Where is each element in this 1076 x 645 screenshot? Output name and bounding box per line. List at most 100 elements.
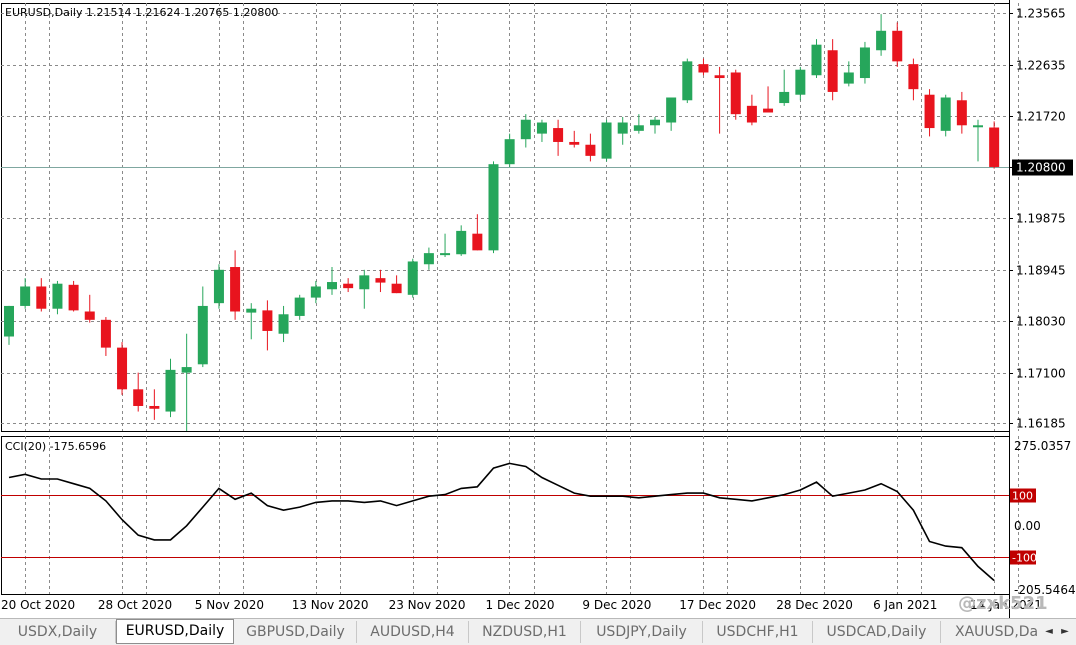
candle-body bbox=[52, 283, 63, 309]
candle-body bbox=[795, 69, 806, 95]
candle-body bbox=[989, 127, 1000, 167]
x-axis-label: 1 Dec 2020 bbox=[486, 598, 555, 612]
candle[interactable] bbox=[117, 342, 128, 395]
candle-body bbox=[440, 253, 451, 256]
candle-body bbox=[68, 284, 79, 311]
candle[interactable] bbox=[989, 121, 1000, 169]
candle-body bbox=[843, 72, 854, 84]
candle-body bbox=[650, 119, 660, 126]
candle-body bbox=[359, 275, 370, 290]
candle-body bbox=[456, 230, 467, 255]
candle[interactable] bbox=[407, 258, 418, 298]
price-tick-label: 1.21720 bbox=[1016, 110, 1066, 124]
candle[interactable] bbox=[601, 119, 612, 162]
candle-body bbox=[4, 305, 14, 337]
candle-body bbox=[908, 64, 919, 90]
candle[interactable] bbox=[811, 39, 822, 79]
candle-body bbox=[892, 30, 903, 62]
chart-window[interactable]: 20 Oct 2020 28 Oct 2020 5 Nov 2020 13 Nov 2… bbox=[0, 0, 1076, 618]
tab-xauusd[interactable]: XAUUSD,Da bbox=[941, 621, 1041, 643]
candle[interactable] bbox=[488, 161, 499, 254]
price-panel[interactable] bbox=[1, 3, 1010, 432]
candle[interactable] bbox=[682, 58, 693, 104]
price-tick-label: 1.16185 bbox=[1016, 417, 1066, 431]
x-axis-label: 28 Oct 2020 bbox=[98, 598, 172, 612]
candle-body bbox=[262, 310, 273, 331]
candle-body bbox=[423, 253, 434, 265]
price-tick-label: 1.19875 bbox=[1016, 212, 1066, 226]
candle-body bbox=[294, 297, 305, 316]
price-tick-label: 1.17100 bbox=[1016, 367, 1066, 381]
candle-body bbox=[230, 267, 241, 312]
price-tick-label: 1.22635 bbox=[1016, 59, 1066, 73]
candle[interactable] bbox=[940, 94, 951, 137]
tab-usdcad-daily[interactable]: USDCAD,Daily bbox=[813, 621, 941, 643]
candle-body bbox=[617, 122, 628, 134]
candle-body bbox=[811, 44, 822, 76]
candle[interactable] bbox=[859, 41, 870, 84]
candle-body bbox=[181, 367, 192, 373]
candle-body bbox=[698, 64, 709, 73]
chart-canvas[interactable]: 20 Oct 2020 28 Oct 2020 5 Nov 2020 13 Nov 2… bbox=[0, 0, 1076, 618]
candle-body bbox=[197, 305, 208, 365]
price-chart-title: EURUSD,Daily 1.21514 1.21624 1.20765 1.2… bbox=[5, 6, 278, 19]
x-axis-label: 28 Dec 2020 bbox=[776, 598, 853, 612]
candle-body bbox=[924, 94, 935, 129]
candle-body bbox=[633, 125, 644, 131]
cci-title: CCI(20) -175.6596 bbox=[5, 440, 106, 453]
watermark-text: @zxk521 bbox=[958, 593, 1048, 614]
tab-audusd-h4[interactable]: AUDUSD,H4 bbox=[357, 621, 469, 643]
tab-usdjpy-daily[interactable]: USDJPY,Daily bbox=[581, 621, 703, 643]
candle-body bbox=[876, 30, 887, 51]
candle-body bbox=[973, 125, 983, 128]
tab-usdchf-h1[interactable]: USDCHF,H1 bbox=[703, 621, 813, 643]
candle-body bbox=[536, 122, 547, 134]
candle-body bbox=[956, 100, 967, 126]
tab-nzdusd-h1[interactable]: NZDUSD,H1 bbox=[469, 621, 581, 643]
candle-body bbox=[730, 72, 741, 115]
candle[interactable] bbox=[68, 280, 79, 312]
tab-eurusd-daily[interactable]: EURUSD,Daily bbox=[116, 619, 234, 644]
x-axis-label: 13 Nov 2020 bbox=[292, 598, 369, 612]
candle-body bbox=[763, 108, 774, 113]
x-axis-label: 23 Nov 2020 bbox=[389, 598, 466, 612]
tab-gbpusd-daily[interactable]: GBPUSD,Daily bbox=[235, 621, 357, 643]
candle-body bbox=[149, 405, 160, 409]
candle-body bbox=[666, 97, 677, 123]
candle-body bbox=[827, 50, 838, 92]
candle-body bbox=[117, 347, 128, 390]
candle-body bbox=[407, 261, 418, 295]
x-axis-label: 6 Jan 2021 bbox=[873, 598, 937, 612]
candle-body bbox=[310, 286, 321, 298]
x-axis-label: 17 Dec 2020 bbox=[679, 598, 756, 612]
tab-usdx-daily[interactable]: USDX,Daily bbox=[0, 621, 116, 643]
candle-body bbox=[20, 286, 31, 306]
candle-body bbox=[746, 105, 757, 123]
candle-body bbox=[569, 141, 580, 145]
candle-body bbox=[472, 233, 483, 251]
candle-body bbox=[133, 389, 144, 406]
current-price-label: 1.20800 bbox=[1016, 161, 1066, 175]
cci-level-label: 100 bbox=[1012, 490, 1033, 503]
x-axis-label: 20 Oct 2020 bbox=[1, 598, 75, 612]
cci-tick-label: 275.0357 bbox=[1014, 439, 1071, 453]
candle-body bbox=[682, 61, 693, 101]
candle-body bbox=[165, 369, 176, 412]
candle-body bbox=[553, 128, 564, 142]
tabs-scroll-left-icon[interactable]: ◄ bbox=[1042, 623, 1056, 641]
candle-body bbox=[375, 278, 386, 283]
chart-tabs-bar: USDX,Daily EURUSD,Daily GBPUSD,Daily AUD… bbox=[0, 618, 1076, 645]
tabs-scroll-right-icon[interactable]: ► bbox=[1058, 623, 1072, 641]
cci-panel[interactable] bbox=[1, 436, 1010, 595]
candle-body bbox=[488, 164, 499, 251]
candle-body bbox=[520, 119, 531, 140]
candle-body bbox=[278, 314, 289, 334]
candle[interactable] bbox=[213, 264, 224, 309]
candle-body bbox=[343, 283, 354, 289]
price-tick-label: 1.18030 bbox=[1016, 315, 1066, 329]
candle-body bbox=[246, 308, 257, 313]
candle[interactable] bbox=[730, 69, 741, 120]
x-axis-label: 5 Nov 2020 bbox=[195, 598, 264, 612]
candle-body bbox=[391, 283, 402, 294]
candle-body bbox=[84, 311, 95, 320]
